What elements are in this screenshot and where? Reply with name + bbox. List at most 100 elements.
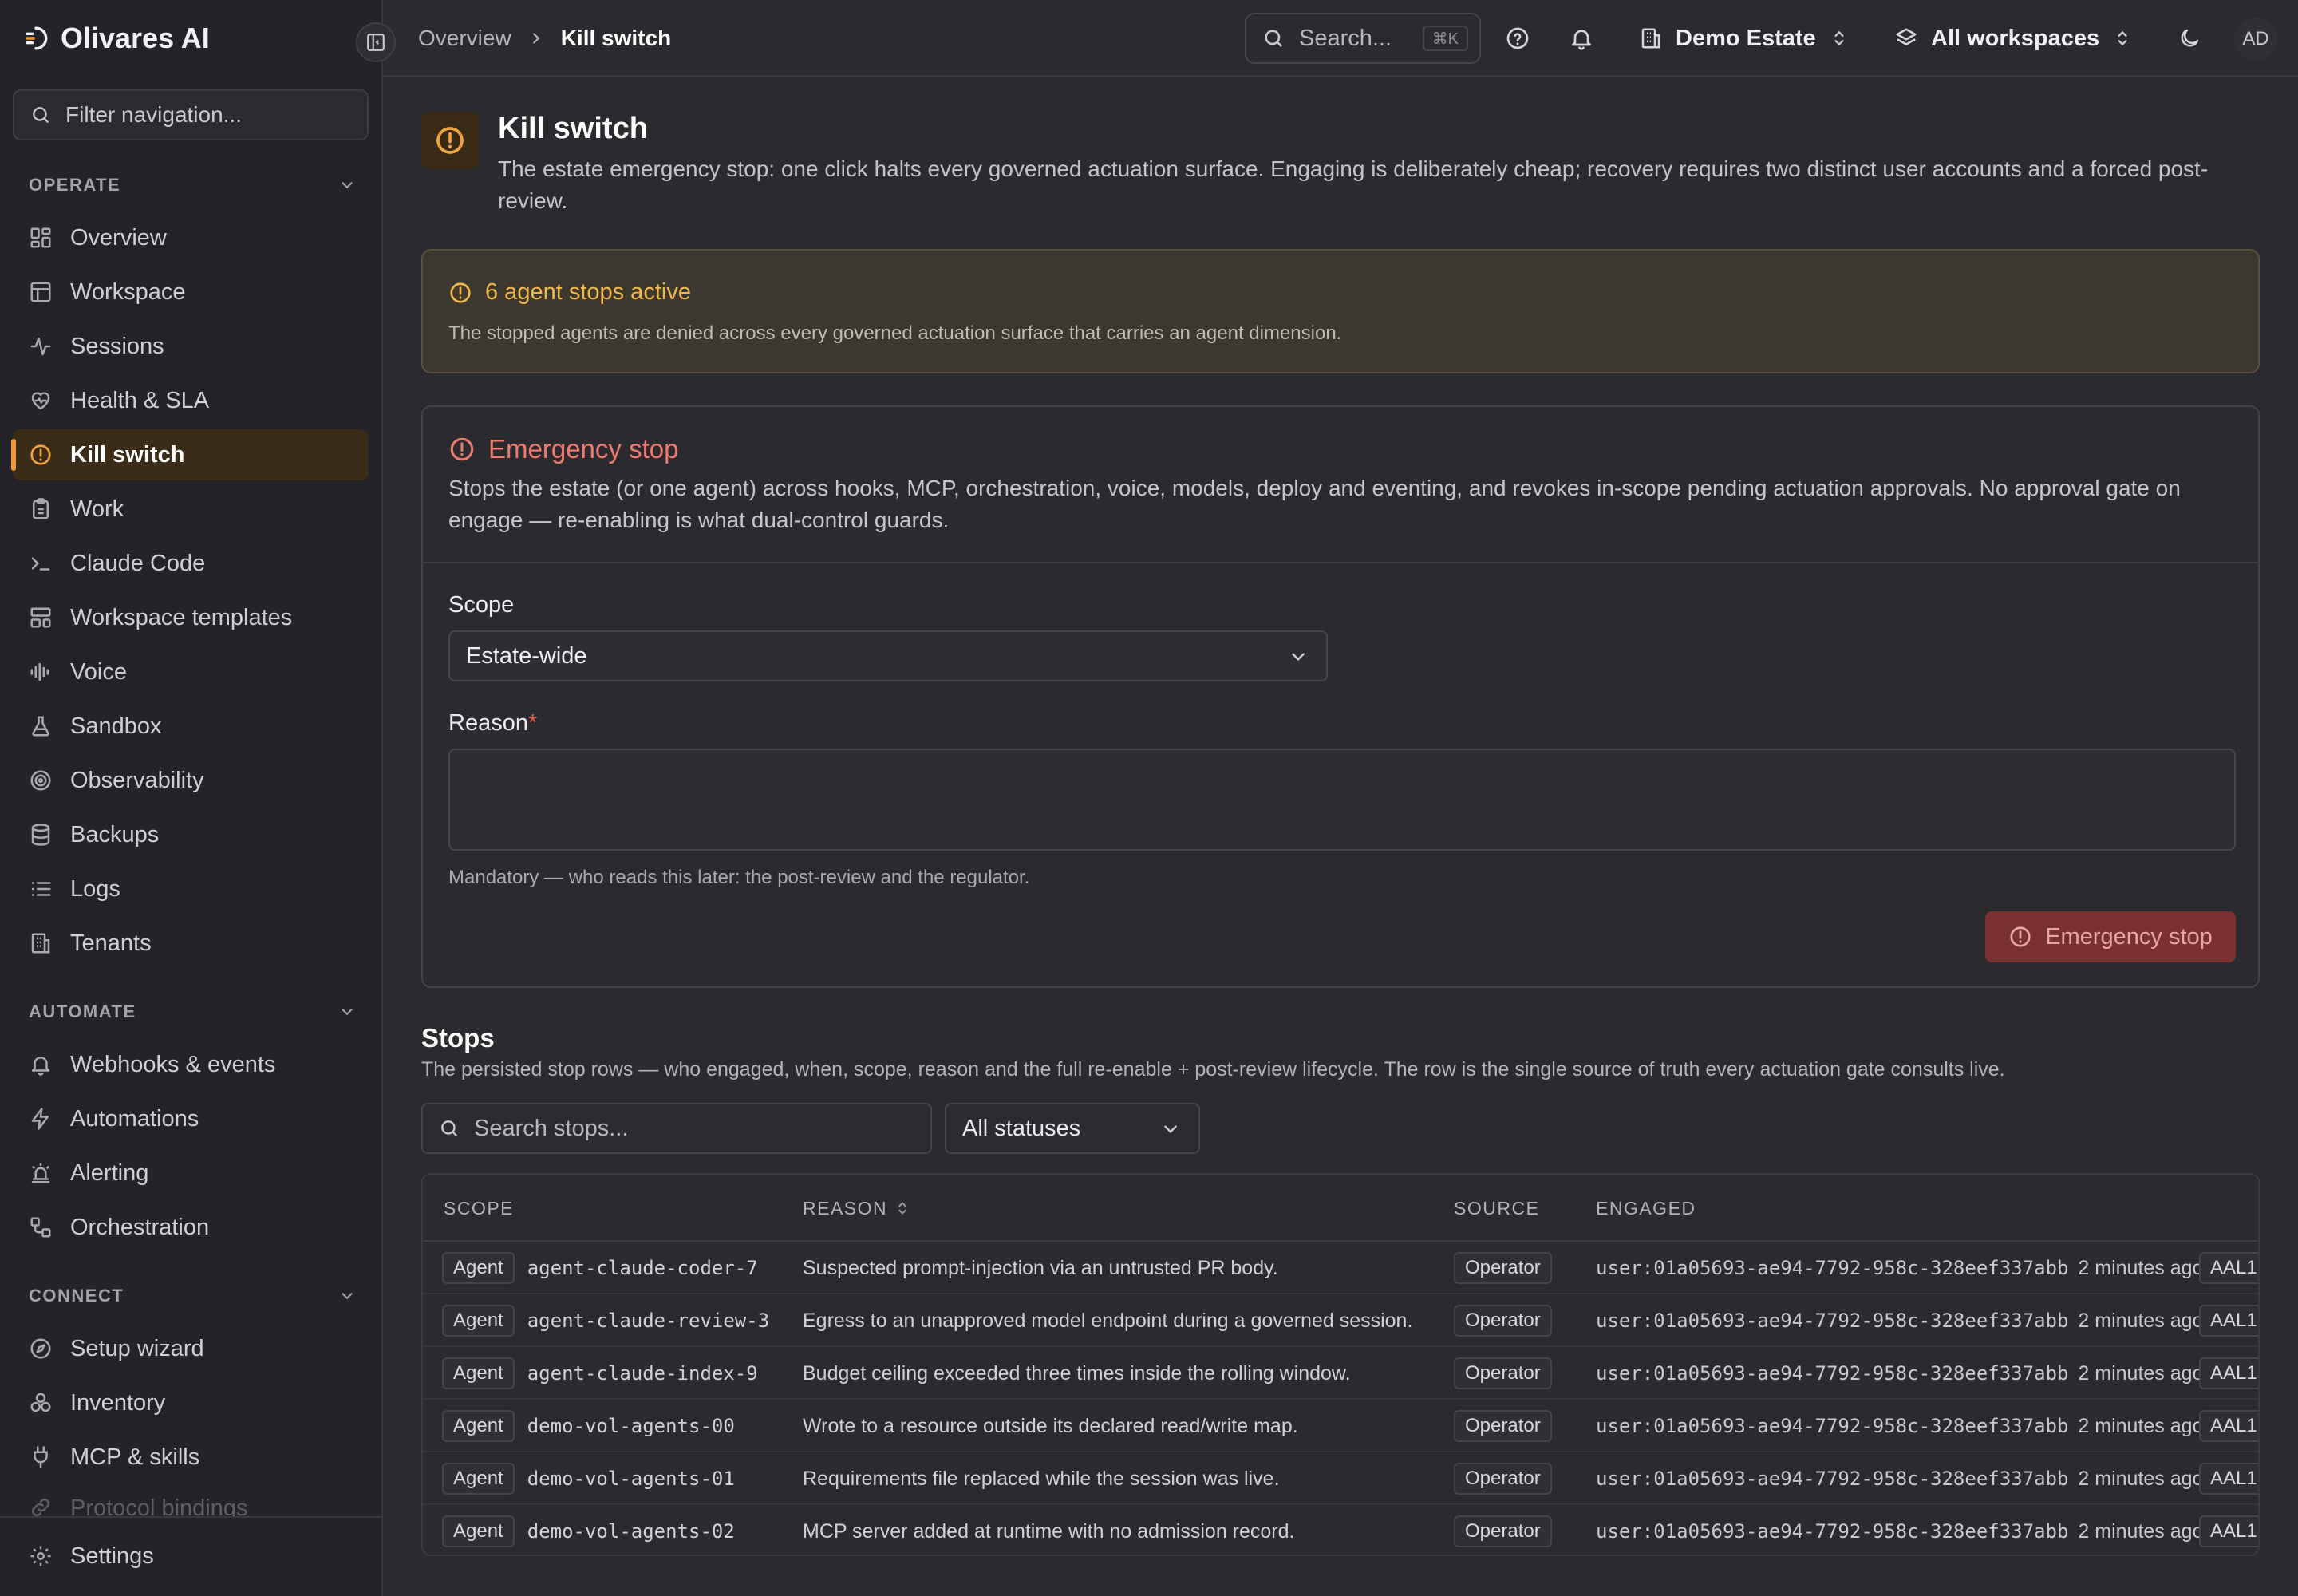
engaged-ago: 2 minutes ago [2078,1309,2204,1332]
notifications-button[interactable] [1562,19,1601,57]
sidebar-item-workspace-templates[interactable]: Workspace templates [13,592,369,643]
sidebar-item-health[interactable]: Health & SLA [13,375,369,426]
building-icon [1641,28,1660,49]
estate-switcher[interactable]: Demo Estate [1639,13,1850,64]
section-automate[interactable]: AUTOMATE [29,996,356,1028]
table-row[interactable]: Agent demo-vol-agents-01 Requirements fil… [423,1452,2258,1505]
workspace-name: All workspaces [1931,25,2100,51]
section-operate[interactable]: OPERATE [29,169,356,201]
estate-name: Demo Estate [1676,25,1816,51]
sidebar-item-workspace[interactable]: Workspace [13,267,369,318]
column-reason[interactable]: REASON [803,1175,911,1242]
sidebar-item-sandbox[interactable]: Sandbox [13,701,369,752]
sidebar-item-settings[interactable]: Settings [13,1531,369,1582]
column-source[interactable]: SOURCE [1454,1175,1539,1242]
sidebar-item-mcp-skills[interactable]: MCP & skills [13,1432,369,1483]
scope-id: agent-claude-index-9 [527,1362,758,1385]
clipboard-icon [33,498,49,519]
engaged-ago: 2 minutes ago [2078,1414,2204,1437]
sidebar-item-orchestration[interactable]: Orchestration [13,1202,369,1253]
scope-label: Scope [448,592,515,618]
table-row[interactable]: Agent agent-claude-index-9 Budget ceiling… [423,1347,2258,1400]
sidebar-item-kill-switch[interactable]: Kill switch [11,429,369,480]
engaged-by: user:01a05693-ae94-7792-958c-328eef337ab… [1596,1468,2069,1490]
section-automate-label: AUTOMATE [29,1001,136,1021]
search-stops-input[interactable]: Search stops... [421,1103,932,1154]
chevron-right-icon [527,30,545,47]
section-connect[interactable]: CONNECT [29,1280,356,1312]
aal-badge: AAL1 [2199,1305,2258,1337]
scope-type-badge: Agent [442,1357,515,1389]
column-reason-label: REASON [803,1197,888,1219]
global-search-placeholder: Search... [1299,25,1392,51]
sidebar-item-setup-wizard[interactable]: Setup wizard [13,1323,369,1374]
aal-badge: AAL1 [2199,1357,2258,1389]
zap-icon [31,1108,49,1130]
column-scope[interactable]: SCOPE [444,1175,514,1242]
link-icon [31,1498,50,1517]
engaged-by: user:01a05693-ae94-7792-958c-328eef337ab… [1596,1257,2069,1279]
scope-select[interactable]: Estate-wide [448,630,1328,681]
sidebar-item-label: Work [70,496,124,522]
filter-navigation-input[interactable]: Filter navigation... [13,89,369,140]
sidebar-item-webhooks[interactable]: Webhooks & events [13,1039,369,1090]
sidebar-item-alerting[interactable]: Alerting [13,1148,369,1199]
sidebar-item-inventory[interactable]: Inventory [13,1377,369,1428]
workspace-switcher[interactable]: All workspaces [1894,13,2133,64]
sidebar-item-overview[interactable]: Overview [13,212,369,263]
table-row[interactable]: Agent agent-claude-coder-7 Suspected prom… [423,1242,2258,1294]
sidebar-item-tenants[interactable]: Tenants [13,918,369,969]
help-button[interactable] [1498,19,1537,57]
breadcrumb-overview[interactable]: Overview [418,26,511,51]
sidebar-item-label: Overview [70,224,167,251]
sidebar-item-logs[interactable]: Logs [13,863,369,915]
emergency-stop-button[interactable]: Emergency stop [1985,911,2236,962]
reason-textarea[interactable] [448,749,2236,851]
table-row[interactable]: Agent demo-vol-agents-02 MCP server added… [423,1505,2258,1555]
theme-toggle-button[interactable] [2170,19,2209,57]
sidebar-item-sessions[interactable]: Sessions [13,321,369,372]
sidebar-item-automations[interactable]: Automations [13,1093,369,1144]
global-search[interactable]: Search... ⌘K [1245,13,1481,64]
scope-id: agent-claude-coder-7 [527,1257,758,1279]
plug-icon [34,1446,48,1468]
sidebar-item-label: Observability [70,767,204,793]
scope-type-badge: Agent [442,1515,515,1547]
sidebar-item-claude-code[interactable]: Claude Code [13,538,369,589]
siren-icon [31,1163,50,1183]
avatar[interactable]: AD [2234,18,2277,61]
brand[interactable]: Olivares AI [22,19,210,57]
column-engaged[interactable]: ENGAGED [1596,1175,1696,1242]
collapse-sidebar-button[interactable] [356,22,396,62]
active-stops-alert: 6 agent stops active The stopped agents … [421,249,2260,373]
sidebar-item-work[interactable]: Work [13,484,369,535]
sidebar-item-label: Kill switch [70,441,185,468]
engaged-by: user:01a05693-ae94-7792-958c-328eef337ab… [1596,1520,2069,1543]
sidebar-item-label: Automations [70,1105,199,1132]
activity-icon [30,337,51,356]
alert-text: The stopped agents are denied across eve… [448,322,1342,344]
scope-id: demo-vol-agents-00 [527,1415,735,1437]
boxes-icon [30,1393,51,1412]
sidebar-item-voice[interactable]: Voice [13,646,369,697]
status-filter-value: All statuses [962,1115,1081,1141]
scope-type-badge: Agent [442,1410,515,1442]
engaged-by: user:01a05693-ae94-7792-958c-328eef337ab… [1596,1415,2069,1437]
chevron-down-icon [1160,1119,1181,1140]
sidebar-item-backups[interactable]: Backups [13,809,369,860]
sidebar-item-observability[interactable]: Observability [13,755,369,806]
sidebar-item-protocol-bindings[interactable]: Protocol bindings [13,1486,369,1518]
sidebar-item-label: MCP & skills [70,1444,200,1470]
sidebar-item-label: Tenants [70,930,152,956]
page-description: The estate emergency stop: one click hal… [498,156,2209,213]
table-row[interactable]: Agent agent-claude-review-3 Egress to an … [423,1294,2258,1347]
chevron-down-icon [338,176,356,194]
table-row[interactable]: Agent demo-vol-agents-00 Wrote to a resou… [423,1400,2258,1452]
filter-navigation-placeholder: Filter navigation... [65,102,242,127]
layout-icon [30,282,51,302]
logo-icon [22,25,49,52]
chevron-down-icon [1288,646,1309,667]
status-filter-select[interactable]: All statuses [945,1103,1200,1154]
column-scope-label: SCOPE [444,1197,515,1219]
alert-circle-icon [30,444,51,465]
